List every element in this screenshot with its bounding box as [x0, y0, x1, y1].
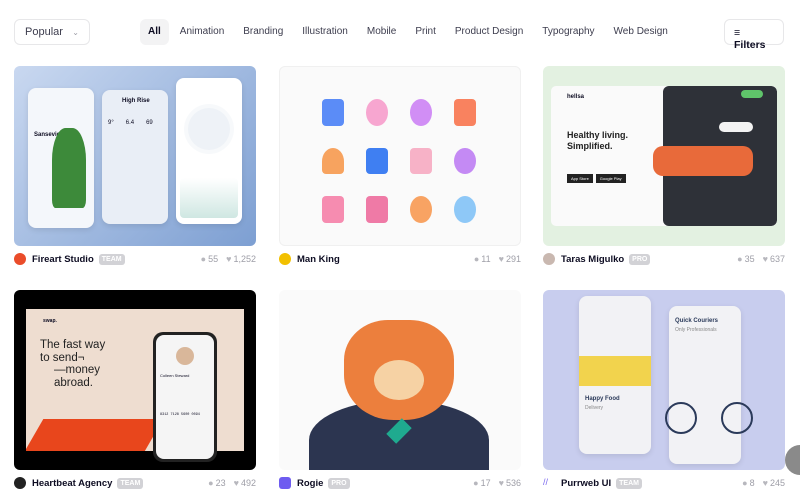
comment-icon: ● — [200, 254, 207, 264]
thumb-text: Healthy living. — [567, 130, 629, 140]
heart-icon[interactable]: ♥ — [234, 478, 239, 488]
author-name[interactable]: Fireart Studio — [32, 254, 94, 265]
shot-meta: Man King ● 11 ♥ 291 — [279, 248, 521, 270]
comment-icon: ● — [737, 254, 743, 264]
thumb-text: 8312 7128 5600 0094 — [160, 413, 200, 417]
comment-count: 35 — [744, 254, 755, 264]
pro-badge: PRO — [629, 253, 651, 265]
thumb-text: Quick Couriers — [675, 318, 719, 324]
shot-thumbnail[interactable] — [279, 66, 521, 246]
avatar[interactable]: // — [543, 477, 555, 489]
heart-icon[interactable]: ♥ — [499, 478, 504, 488]
shot-meta: Rogie PRO ● 17 ♥ 536 — [279, 472, 521, 494]
team-badge: TEAM — [117, 477, 144, 489]
heart-icon[interactable]: ♥ — [763, 478, 768, 488]
scroll-top-button[interactable] — [785, 445, 800, 475]
thumb-text: Only Professionals — [675, 327, 717, 333]
filters-button[interactable]: ≡ Filters — [724, 19, 784, 51]
shot-card[interactable]: Rogie PRO ● 17 ♥ 536 — [279, 290, 521, 494]
thumb-text: 9° — [108, 120, 114, 126]
thumb-text: Delivery — [585, 405, 604, 411]
thumb-text: swap. — [43, 318, 57, 324]
comment-count: 23 — [215, 478, 226, 488]
thumb-text: 69 — [146, 120, 153, 126]
thumb-text: —money — [54, 364, 101, 376]
shot-card[interactable]: Man King ● 11 ♥ 291 — [279, 66, 521, 270]
pro-badge: PRO — [328, 477, 350, 489]
comment-icon: ● — [208, 478, 214, 488]
comment-count: 8 — [749, 478, 755, 488]
category-tabs: All Animation Branding Illustration Mobi… — [140, 19, 679, 45]
chevron-down-icon: ⌄ — [72, 28, 79, 37]
thumb-text: Happy Food — [585, 396, 620, 402]
sort-dropdown[interactable]: Popular ⌄ — [14, 19, 90, 45]
tab-print[interactable]: Print — [407, 19, 444, 45]
author-name[interactable]: Heartbeat Agency — [32, 478, 112, 489]
shot-card[interactable]: swap. The fast way to send¬ —money abroad. … — [14, 290, 256, 494]
tab-all[interactable]: All — [140, 19, 169, 45]
comment-icon: ● — [742, 478, 748, 488]
author-name[interactable]: Man King — [297, 254, 340, 265]
comment-count: 55 — [208, 254, 219, 264]
shot-thumbnail[interactable] — [279, 290, 521, 470]
comment-count: 17 — [480, 478, 491, 488]
heart-icon[interactable]: ♥ — [763, 254, 768, 264]
comment-count: 11 — [481, 254, 491, 264]
comment-icon: ● — [473, 478, 479, 488]
author-name[interactable]: Taras Migulko — [561, 254, 624, 265]
thumb-text: to send¬ — [40, 351, 85, 364]
shot-meta: Fireart Studio TEAM ● 55 ♥ 1,252 — [14, 248, 256, 270]
tab-branding[interactable]: Branding — [235, 19, 291, 45]
thumb-text: hellsa — [567, 94, 585, 100]
team-badge: TEAM — [98, 253, 125, 265]
like-count: 492 — [240, 478, 256, 488]
filter-icon: ≡ — [734, 27, 741, 39]
thumb-text: 6.4 — [125, 120, 135, 126]
tab-animation[interactable]: Animation — [172, 19, 232, 45]
thumb-text: The fast way — [40, 339, 106, 351]
author-name[interactable]: Purrweb UI — [561, 478, 611, 489]
tab-typography[interactable]: Typography — [534, 19, 602, 45]
shot-card[interactable]: Sansevieria High Rise 9° 6.4 69 Fireart Stu… — [14, 66, 256, 270]
shot-thumbnail[interactable]: Happy Food Delivery Quick Couriers Only Pr… — [543, 290, 785, 470]
tab-product-design[interactable]: Product Design — [447, 19, 531, 45]
shot-meta: Taras Migulko PRO ● 35 ♥ 637 — [543, 248, 785, 270]
shot-card[interactable]: hellsa Healthy living. Simplified. App St… — [543, 66, 785, 270]
shot-meta: // Purrweb UI TEAM ● 8 ♥ 245 — [543, 472, 785, 494]
shot-card[interactable]: Happy Food Delivery Quick Couriers Only Pr… — [543, 290, 785, 494]
thumb-text: Google Play — [595, 174, 626, 183]
tab-illustration[interactable]: Illustration — [294, 19, 356, 45]
thumb-text: Colleen Steward — [160, 373, 190, 378]
shot-thumbnail[interactable]: swap. The fast way to send¬ —money abroad. … — [14, 290, 256, 470]
heart-icon[interactable]: ♥ — [499, 254, 504, 264]
like-count: 245 — [769, 478, 785, 488]
avatar[interactable] — [14, 477, 26, 489]
avatar[interactable] — [279, 253, 291, 265]
thumb-text: High Rise — [122, 98, 150, 104]
avatar[interactable] — [14, 253, 26, 265]
tab-web-design[interactable]: Web Design — [606, 19, 676, 45]
like-count: 637 — [769, 254, 785, 264]
shot-meta: Heartbeat Agency TEAM ● 23 ♥ 492 — [14, 472, 256, 494]
sort-label: Popular — [25, 26, 63, 38]
team-badge: TEAM — [616, 477, 642, 489]
shot-thumbnail[interactable]: hellsa Healthy living. Simplified. App St… — [543, 66, 785, 246]
like-count: 1,252 — [233, 254, 256, 264]
thumb-text: Simplified. — [567, 141, 613, 151]
heart-icon[interactable]: ♥ — [226, 254, 231, 264]
thumb-text: abroad. — [54, 376, 94, 389]
thumb-text: App Store — [567, 174, 593, 183]
like-count: 291 — [505, 254, 521, 264]
author-name[interactable]: Rogie — [297, 478, 323, 489]
avatar[interactable] — [279, 477, 291, 489]
shot-thumbnail[interactable]: Sansevieria High Rise 9° 6.4 69 — [14, 66, 256, 246]
avatar[interactable] — [543, 253, 555, 265]
like-count: 536 — [505, 478, 521, 488]
tab-mobile[interactable]: Mobile — [359, 19, 404, 45]
comment-icon: ● — [473, 254, 480, 264]
